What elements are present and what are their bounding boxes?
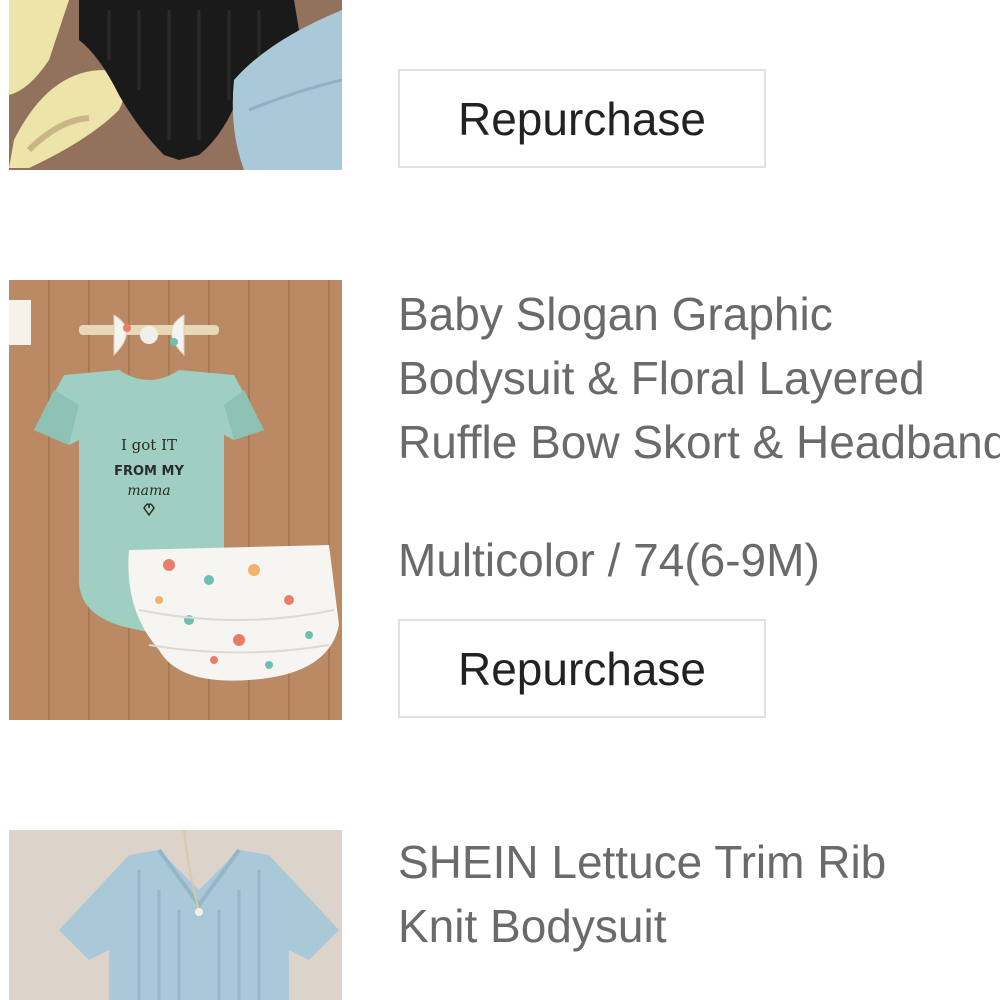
product-title-line: Knit Bodysuit (398, 900, 667, 952)
product-title: SHEIN Lettuce Trim Rib Knit Bodysuit (398, 830, 1000, 958)
order-item: SHEIN Lettuce Trim Rib Knit Bodysuit (0, 0, 1000, 1000)
product-title-line: SHEIN Lettuce Trim Rib (398, 836, 887, 888)
rib-bodysuit-image (9, 830, 342, 1000)
product-image-rib-bodysuit[interactable] (9, 830, 342, 1000)
